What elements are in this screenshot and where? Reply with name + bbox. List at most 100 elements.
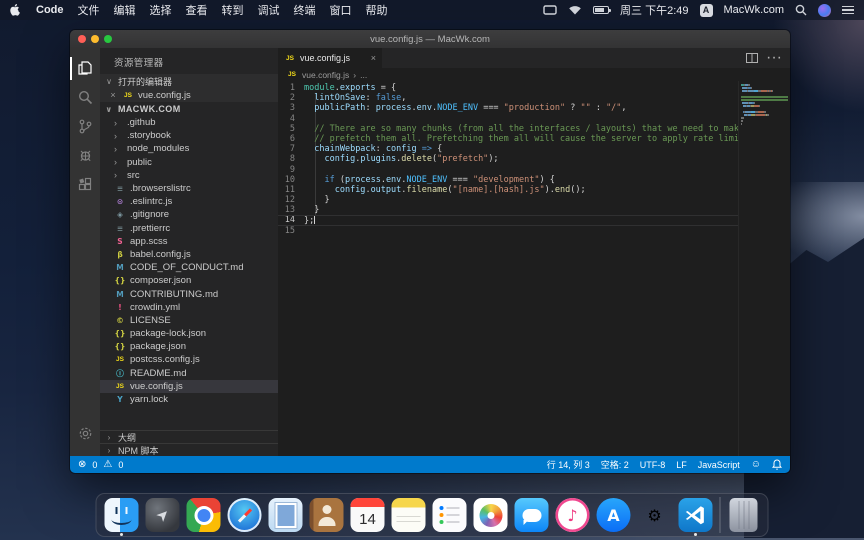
source-control-icon[interactable]	[70, 112, 100, 141]
file-CONTRIBUTING.md[interactable]: MCONTRIBUTING.md	[100, 287, 278, 300]
menubar-brand-text[interactable]: MacWk.com	[724, 4, 785, 16]
menu-item[interactable]: 调试	[258, 5, 280, 17]
explorer-icon[interactable]	[70, 54, 100, 83]
errors-icon[interactable]: ⊗	[78, 459, 86, 470]
active-app-name[interactable]: Code	[36, 4, 64, 16]
menu-item[interactable]: 文件	[78, 5, 100, 17]
close-tab-icon[interactable]: ×	[371, 53, 376, 63]
more-actions-icon[interactable]: ···	[766, 49, 782, 67]
menu-item[interactable]: 查看	[186, 5, 208, 17]
code-line-11[interactable]: 11 config.output.filename("[name].[hash]…	[278, 185, 790, 195]
code-line-15[interactable]: 15	[278, 226, 790, 236]
close-icon[interactable]: ×	[108, 90, 118, 100]
project-section-header[interactable]: ∨ MACWK.COM	[100, 102, 278, 116]
file-yarn.lock[interactable]: Yyarn.lock	[100, 393, 278, 406]
code-line-12[interactable]: 12 }	[278, 195, 790, 205]
split-editor-icon[interactable]	[746, 53, 758, 63]
file-.eslintrc.js[interactable]: ⊙.eslintrc.js	[100, 195, 278, 208]
search-icon[interactable]	[70, 83, 100, 112]
file-.prettierrc[interactable]: ≡.prettierrc	[100, 222, 278, 235]
section-NPM 脚本[interactable]: ›NPM 脚本	[100, 443, 278, 456]
zoom-window-button[interactable]	[104, 35, 112, 43]
code-line-7[interactable]: 7 chainWebpack: config => {	[278, 144, 790, 154]
code-line-6[interactable]: 6 // prefetch them all. Prefetching them…	[278, 134, 790, 144]
apple-menu-icon[interactable]	[10, 4, 22, 16]
code-line-4[interactable]: 4	[278, 114, 790, 124]
code-line-3[interactable]: 3 publicPath: process.env.NODE_ENV === "…	[278, 103, 790, 113]
menu-item[interactable]: 选择	[150, 5, 172, 17]
menu-item[interactable]: 终端	[294, 5, 316, 17]
file-app.scss[interactable]: Sapp.scss	[100, 235, 278, 248]
code-line-1[interactable]: 1module.exports = {	[278, 83, 790, 93]
menu-item[interactable]: 帮助	[366, 5, 388, 17]
window-title-bar[interactable]: vue.config.js — MacWk.com	[70, 30, 790, 48]
appstore-app-icon[interactable]: A	[597, 498, 631, 532]
errors-count[interactable]: 0	[92, 460, 97, 470]
safari-app-icon[interactable]	[228, 498, 262, 532]
section-大纲[interactable]: ›大纲	[100, 430, 278, 443]
warnings-count[interactable]: 0	[118, 460, 123, 470]
calendar-app-icon[interactable]: 14	[351, 498, 385, 532]
folder-public[interactable]: ›public	[100, 156, 278, 169]
file-LICENSE[interactable]: ©LICENSE	[100, 314, 278, 327]
code-line-13[interactable]: 13 }	[278, 205, 790, 215]
reminders-app-icon[interactable]	[433, 498, 467, 532]
status-item[interactable]: 行 14, 列 3	[547, 458, 590, 471]
breadcrumb[interactable]: JS vue.config.js › ...	[278, 68, 790, 81]
code-line-5[interactable]: 5 // There are so many chunks (from all …	[278, 124, 790, 134]
mail-app-icon[interactable]	[269, 498, 303, 532]
file-package.json[interactable]: {}package.json	[100, 340, 278, 353]
file-README.md[interactable]: ⓘREADME.md	[100, 367, 278, 380]
warnings-icon[interactable]: ⚠	[103, 459, 112, 470]
file-package-lock.json[interactable]: {}package-lock.json	[100, 327, 278, 340]
file-.browserslistrc[interactable]: ≡.browserslistrc	[100, 182, 278, 195]
chrome-app-icon[interactable]	[187, 498, 221, 532]
file-.gitignore[interactable]: ◈.gitignore	[100, 208, 278, 221]
notes-app-icon[interactable]	[392, 498, 426, 532]
feedback-smiley-icon[interactable]: ☺	[751, 459, 761, 470]
spotlight-search-icon[interactable]	[795, 4, 807, 16]
menubar-clock[interactable]: 周三 下午2:49	[620, 2, 688, 18]
file-CODE_OF_CONDUCT.md[interactable]: MCODE_OF_CONDUCT.md	[100, 261, 278, 274]
folder-.storybook[interactable]: ›.storybook	[100, 129, 278, 142]
status-item[interactable]: 空格: 2	[601, 458, 629, 471]
close-window-button[interactable]	[78, 35, 86, 43]
code-line-2[interactable]: 2 lintOnSave: false,	[278, 93, 790, 103]
code-line-10[interactable]: 10 if (process.env.NODE_ENV === "develop…	[278, 175, 790, 185]
file-crowdin.yml[interactable]: !crowdin.yml	[100, 301, 278, 314]
folder-node_modules[interactable]: ›node_modules	[100, 142, 278, 155]
status-item[interactable]: LF	[676, 460, 687, 470]
battery-icon[interactable]	[593, 6, 609, 14]
code-line-14[interactable]: 14};	[278, 215, 790, 225]
folder-src[interactable]: ›src	[100, 169, 278, 182]
file-vue.config.js[interactable]: JSvue.config.js	[100, 380, 278, 393]
trash-icon[interactable]	[728, 498, 760, 532]
status-item[interactable]: UTF-8	[640, 460, 666, 470]
display-icon[interactable]	[543, 5, 557, 16]
code-line-9[interactable]: 9	[278, 165, 790, 175]
status-item[interactable]: JavaScript	[698, 460, 740, 470]
code-editor[interactable]: 1module.exports = {2 lintOnSave: false,3…	[278, 81, 790, 456]
file-postcss.config.js[interactable]: JSpostcss.config.js	[100, 353, 278, 366]
contacts-app-icon[interactable]	[310, 498, 344, 532]
system-preferences-app-icon[interactable]: ⚙	[638, 498, 672, 532]
tab-vue-config[interactable]: JS vue.config.js ×	[278, 48, 382, 68]
minimize-window-button[interactable]	[91, 35, 99, 43]
input-method-icon[interactable]: A	[700, 4, 713, 17]
wifi-icon[interactable]	[568, 5, 582, 16]
debug-icon[interactable]	[70, 141, 100, 170]
extensions-icon[interactable]	[70, 170, 100, 199]
code-line-8[interactable]: 8 config.plugins.delete("prefetch");	[278, 154, 790, 164]
finder-app-icon[interactable]	[105, 498, 139, 532]
open-editors-section-header[interactable]: ∨ 打开的编辑器	[100, 74, 278, 88]
messages-app-icon[interactable]	[515, 498, 549, 532]
file-babel.config.js[interactable]: βbabel.config.js	[100, 248, 278, 261]
menu-item[interactable]: 窗口	[330, 5, 352, 17]
notifications-bell-icon[interactable]	[772, 459, 782, 470]
menu-item[interactable]: 编辑	[114, 5, 136, 17]
file-composer.json[interactable]: {}composer.json	[100, 274, 278, 287]
folder-.github[interactable]: ›.github	[100, 116, 278, 129]
itunes-app-icon[interactable]: ♪	[556, 498, 590, 532]
manage-gear-icon[interactable]	[70, 419, 100, 448]
notification-center-icon[interactable]	[842, 6, 854, 15]
